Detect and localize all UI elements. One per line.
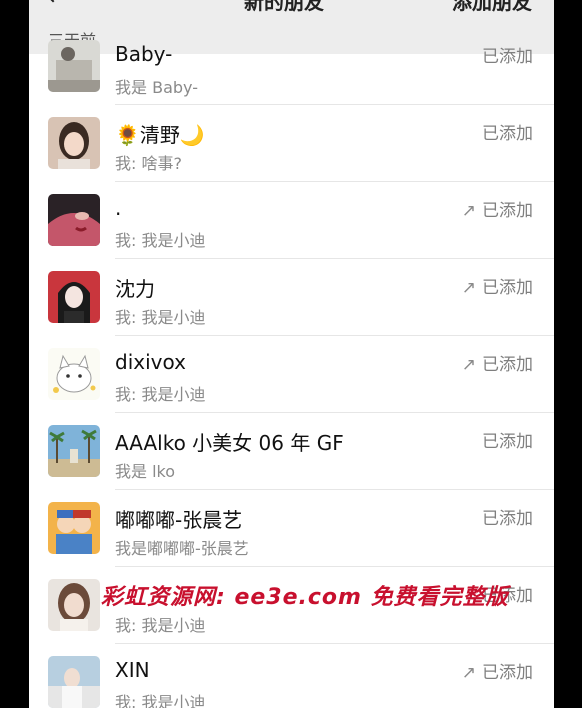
phone-frame: 新的朋友 添加朋友 三天前 Baby- 我是 Baby- 已添加	[0, 0, 582, 708]
contact-name: dixivox	[115, 350, 186, 374]
list-item[interactable]: AAAlko 小美女 06 年 GF 我是 lko 已添加	[29, 413, 554, 490]
list-item[interactable]: dixivox 我: 我是小迪 ↗ 已添加	[29, 336, 554, 413]
avatar	[48, 271, 100, 323]
outgoing-arrow-icon: ↗	[461, 355, 476, 375]
request-message: 我: 我是小迪	[115, 616, 206, 635]
contact-name: 嘟嘟嘟-张晨艺	[115, 508, 243, 532]
add-friend-button[interactable]: 添加朋友	[452, 0, 532, 15]
request-message: 我: 啥事?	[115, 154, 182, 173]
contact-name: XIN	[115, 658, 150, 682]
status-label: ↗ 已添加	[462, 350, 533, 375]
request-message: 我是 lko	[115, 462, 176, 481]
avatar	[48, 502, 100, 554]
request-message: 我: 我是小迪	[115, 308, 206, 327]
list-item[interactable]: Baby- 我是 Baby- 已添加	[29, 40, 554, 105]
status-text: 已添加	[482, 47, 533, 67]
status-text: 已添加	[482, 509, 533, 529]
status-text: 已添加	[482, 432, 533, 452]
list-item[interactable]: XIN 我: 我是小迪 ↗ 已添加	[29, 644, 554, 708]
avatar	[48, 40, 100, 92]
request-message: 我是嘟嘟嘟-张晨艺	[115, 539, 249, 558]
status-text: 已添加	[482, 278, 533, 298]
status-text: 已添加	[482, 355, 533, 375]
avatar	[48, 656, 100, 708]
contact-name: AAAlko 小美女 06 年 GF	[115, 431, 344, 455]
outgoing-arrow-icon: ↗	[461, 201, 476, 221]
status-label: ↗ 已添加	[462, 196, 533, 221]
avatar	[48, 579, 100, 631]
status-label: ↗ 已添加	[462, 273, 533, 298]
list-item[interactable]: 🌻清野🌙 我: 啥事? 已添加	[29, 105, 554, 182]
back-arrow-icon[interactable]	[44, 0, 62, 3]
outgoing-arrow-icon: ↗	[461, 663, 476, 683]
contact-name: 🌻清野🌙	[115, 123, 205, 147]
avatar	[48, 425, 100, 477]
contact-name: Baby-	[115, 42, 173, 66]
avatar	[48, 348, 100, 400]
status-label: 已添加	[482, 119, 533, 144]
status-text: 已添加	[482, 124, 533, 144]
request-message: 我: 我是小迪	[115, 231, 206, 250]
status-text: 已添加	[482, 663, 533, 683]
avatar	[48, 117, 100, 169]
request-message: 我: 我是小迪	[115, 693, 206, 708]
avatar	[48, 194, 100, 246]
watermark-text: 彩虹资源网: ee3e.com 免费看完整版	[101, 585, 509, 610]
status-label: 已添加	[482, 504, 533, 529]
status-label: 已添加	[482, 42, 533, 67]
list-item[interactable]: 嘟嘟嘟-张晨艺 我是嘟嘟嘟-张晨艺 已添加	[29, 490, 554, 567]
list-item[interactable]: . 我: 我是小迪 ↗ 已添加	[29, 182, 554, 259]
status-label: ↗ 已添加	[462, 658, 533, 683]
contact-name: 沈力	[115, 277, 155, 301]
page-title: 新的朋友	[244, 0, 324, 14]
navigation-bar: 新的朋友 添加朋友	[29, 0, 554, 18]
status-label: 已添加	[482, 427, 533, 452]
request-message: 我是 Baby-	[115, 78, 198, 97]
status-text: 已添加	[482, 201, 533, 221]
section-header: 三天前	[29, 18, 554, 54]
contact-name: .	[115, 196, 122, 220]
request-message: 我: 我是小迪	[115, 385, 206, 404]
outgoing-arrow-icon: ↗	[461, 278, 476, 298]
list-item[interactable]: 沈力 我: 我是小迪 ↗ 已添加	[29, 259, 554, 336]
